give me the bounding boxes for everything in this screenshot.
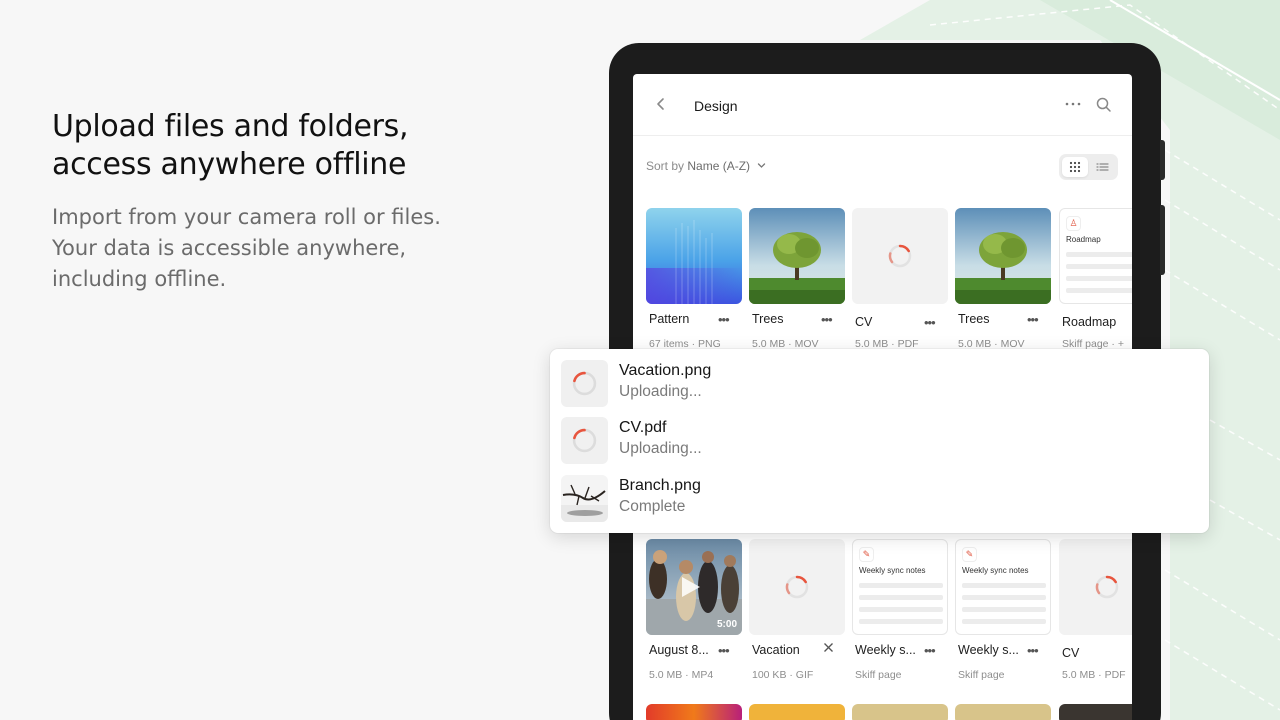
page-thumb-title: Weekly sync notes <box>859 566 926 575</box>
file-more-button[interactable]: ••• <box>1027 312 1039 327</box>
image-thumbnail <box>646 704 742 720</box>
text-line <box>962 607 1046 612</box>
upload-thumbnail <box>561 360 608 407</box>
chevron-left-icon <box>657 98 664 110</box>
chevron-down-icon <box>757 161 766 172</box>
file-name: CV <box>1062 646 1080 660</box>
marketing-copy: Upload files and folders, access anywher… <box>52 108 452 295</box>
file-meta: 5.0 MB · MP4 <box>649 669 714 681</box>
loading-thumbnail <box>1059 539 1132 635</box>
text-line <box>962 619 1046 624</box>
file-name: Pattern <box>649 312 690 326</box>
top-bar: Design <box>633 74 1132 136</box>
page-thumb-title: Roadmap <box>1066 235 1101 244</box>
upload-item[interactable]: Vacation.png Uploading... <box>561 360 1181 408</box>
file-name: Weekly s... <box>855 643 916 657</box>
tablet-side-button <box>1160 140 1165 180</box>
file-name: Weekly s... <box>958 643 1019 657</box>
image-thumbnail <box>749 704 845 720</box>
page-thumb-title: Weekly sync notes <box>962 566 1029 575</box>
view-toggle <box>1059 154 1118 180</box>
pattern-thumbnail <box>646 208 742 304</box>
pencil-icon: ✎ <box>962 547 977 562</box>
description: Import from your camera roll or files. Y… <box>52 205 441 291</box>
video-duration: 5:00 <box>716 619 737 630</box>
page-thumbnail: ✎ Weekly sync notes <box>852 539 948 635</box>
text-line <box>1066 264 1132 269</box>
file-more-button[interactable]: ••• <box>924 315 936 330</box>
branch-thumbnail <box>561 475 608 522</box>
upload-file-name: CV.pdf <box>619 419 667 436</box>
text-line <box>859 607 943 612</box>
tablet-volume-button <box>1160 205 1165 275</box>
file-meta: Skiff page <box>958 669 1005 681</box>
file-name: Trees <box>958 312 990 326</box>
upload-status: Uploading... <box>619 383 702 400</box>
grid-view-button[interactable] <box>1062 157 1088 177</box>
back-button[interactable] <box>651 94 671 114</box>
pencil-icon: ✎ <box>859 547 874 562</box>
file-name: Roadmap <box>1062 315 1117 329</box>
text-line <box>962 583 1046 588</box>
person-icon: ♙ <box>1066 216 1081 231</box>
image-thumbnail <box>1059 704 1132 720</box>
loading-spinner-icon <box>888 244 912 268</box>
loading-thumbnail <box>852 208 948 304</box>
headline: Upload files and folders, access anywher… <box>52 109 409 182</box>
file-name: Trees <box>752 312 784 326</box>
page-thumbnail: ✎ Weekly sync notes <box>955 539 1051 635</box>
loading-spinner-icon <box>1095 575 1119 599</box>
page-thumbnail: ♙ Roadmap <box>1059 208 1132 304</box>
file-name: Vacation <box>752 643 800 657</box>
image-thumbnail <box>852 704 948 720</box>
loading-spinner-icon <box>785 575 809 599</box>
file-more-button[interactable]: ••• <box>1027 643 1039 658</box>
sort-value: Name (A-Z) <box>687 159 751 173</box>
text-line <box>1066 288 1132 293</box>
loading-thumbnail <box>749 539 845 635</box>
file-more-button[interactable]: ••• <box>924 643 936 658</box>
upload-progress-panel: Vacation.png Uploading... CV.pdf Uploadi… <box>550 349 1209 533</box>
file-more-button[interactable]: ••• <box>718 643 730 658</box>
more-horizontal-icon <box>1065 102 1081 106</box>
upload-item[interactable]: Branch.png Complete <box>561 475 1181 523</box>
list-view-button[interactable] <box>1091 157 1115 177</box>
upload-item[interactable]: CV.pdf Uploading... <box>561 417 1181 465</box>
file-more-button[interactable]: ••• <box>718 312 730 327</box>
tree-thumbnail <box>749 208 845 304</box>
file-name: CV <box>855 315 873 329</box>
text-line <box>962 595 1046 600</box>
file-meta: 100 KB · GIF <box>752 669 814 681</box>
cancel-upload-button[interactable] <box>823 640 834 656</box>
upload-thumbnail <box>561 417 608 464</box>
file-name: August 8... <box>649 643 709 657</box>
text-line <box>859 595 943 600</box>
upload-status: Uploading... <box>619 440 702 457</box>
folder-title: Design <box>694 98 738 114</box>
text-line <box>1066 252 1132 257</box>
search-icon <box>1096 97 1111 112</box>
text-line <box>1066 276 1132 281</box>
loading-spinner-icon <box>572 428 597 453</box>
loading-spinner-icon <box>572 371 597 396</box>
text-line <box>859 583 943 588</box>
image-thumbnail <box>955 704 1051 720</box>
file-meta: Skiff page <box>855 669 902 681</box>
upload-file-name: Vacation.png <box>619 362 712 379</box>
close-icon <box>824 643 833 652</box>
grid-icon <box>1069 161 1081 173</box>
file-more-button[interactable]: ••• <box>821 312 833 327</box>
list-icon <box>1096 163 1109 171</box>
file-meta: 5.0 MB · PDF <box>1062 669 1126 681</box>
more-options-button[interactable] <box>1061 96 1085 112</box>
search-button[interactable] <box>1095 96 1113 114</box>
sort-dropdown[interactable]: Sort by Name (A-Z) <box>646 159 766 173</box>
video-thumbnail: 5:00 <box>646 539 742 635</box>
upload-file-name: Branch.png <box>619 477 701 494</box>
text-line <box>859 619 943 624</box>
sort-label: Sort by <box>646 159 685 173</box>
tree-thumbnail <box>955 208 1051 304</box>
upload-status: Complete <box>619 498 686 515</box>
